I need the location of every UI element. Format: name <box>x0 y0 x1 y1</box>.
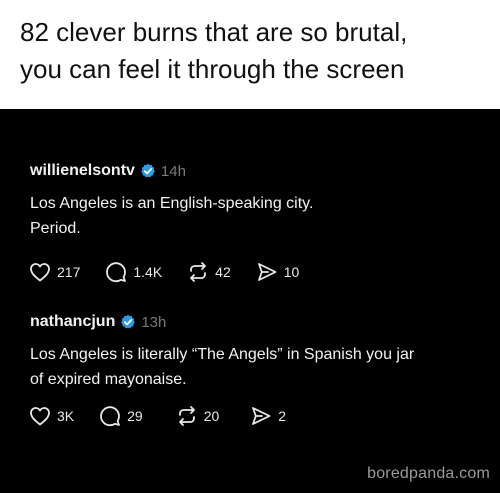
verified-badge-icon <box>120 314 136 330</box>
post-2-actions: 3K 29 20 2 <box>28 404 310 428</box>
post-time: 13h <box>141 313 167 331</box>
reply-button[interactable]: 29 <box>98 404 143 428</box>
reply-count: 1.4K <box>133 264 163 280</box>
repost-icon <box>178 406 195 426</box>
share-button[interactable]: 2 <box>249 404 286 428</box>
share-button[interactable]: 10 <box>255 260 300 284</box>
watermark: boredpanda.com <box>367 465 490 482</box>
post-2: nathancjun 13h Los Angeles is literally … <box>30 311 490 392</box>
share-icon <box>257 263 277 281</box>
reply-count: 29 <box>127 408 143 424</box>
comment-icon <box>100 406 121 427</box>
post-header: willienelsontv 14h <box>30 160 490 182</box>
like-button[interactable]: 3K <box>28 404 74 428</box>
like-count: 217 <box>57 264 81 280</box>
repost-button[interactable]: 42 <box>186 260 231 284</box>
share-count: 10 <box>283 264 300 280</box>
share-icon <box>252 407 271 425</box>
post-time: 14h <box>160 162 186 180</box>
username[interactable]: nathancjun <box>30 313 115 331</box>
like-button[interactable]: 217 <box>28 260 80 284</box>
repost-count: 42 <box>215 264 231 280</box>
headline: 82 clever burns that are so brutal, you … <box>20 17 408 84</box>
verified-badge-icon <box>140 163 156 179</box>
post-header: nathancjun 13h <box>30 311 490 333</box>
username[interactable]: willienelsontv <box>30 162 135 180</box>
post-text: Los Angeles is an English-speaking city.… <box>30 195 314 237</box>
reply-button[interactable]: 1.4K <box>104 260 162 284</box>
post-1: willienelsontv 14h Los Angeles is an Eng… <box>30 160 490 241</box>
post-1-actions: 217 1.4K 42 10 <box>28 260 323 284</box>
threads-screenshot: willienelsontv 14h Los Angeles is an Eng… <box>0 109 500 493</box>
share-count: 2 <box>278 408 287 424</box>
comment-icon <box>106 262 127 283</box>
repost-icon <box>190 262 207 282</box>
post-text: Los Angeles is literally “The Angels” in… <box>30 346 415 388</box>
repost-count: 20 <box>203 408 220 424</box>
repost-button[interactable]: 20 <box>175 404 220 428</box>
like-count: 3K <box>57 408 75 424</box>
heart-icon <box>30 263 50 282</box>
heart-icon <box>30 407 50 426</box>
